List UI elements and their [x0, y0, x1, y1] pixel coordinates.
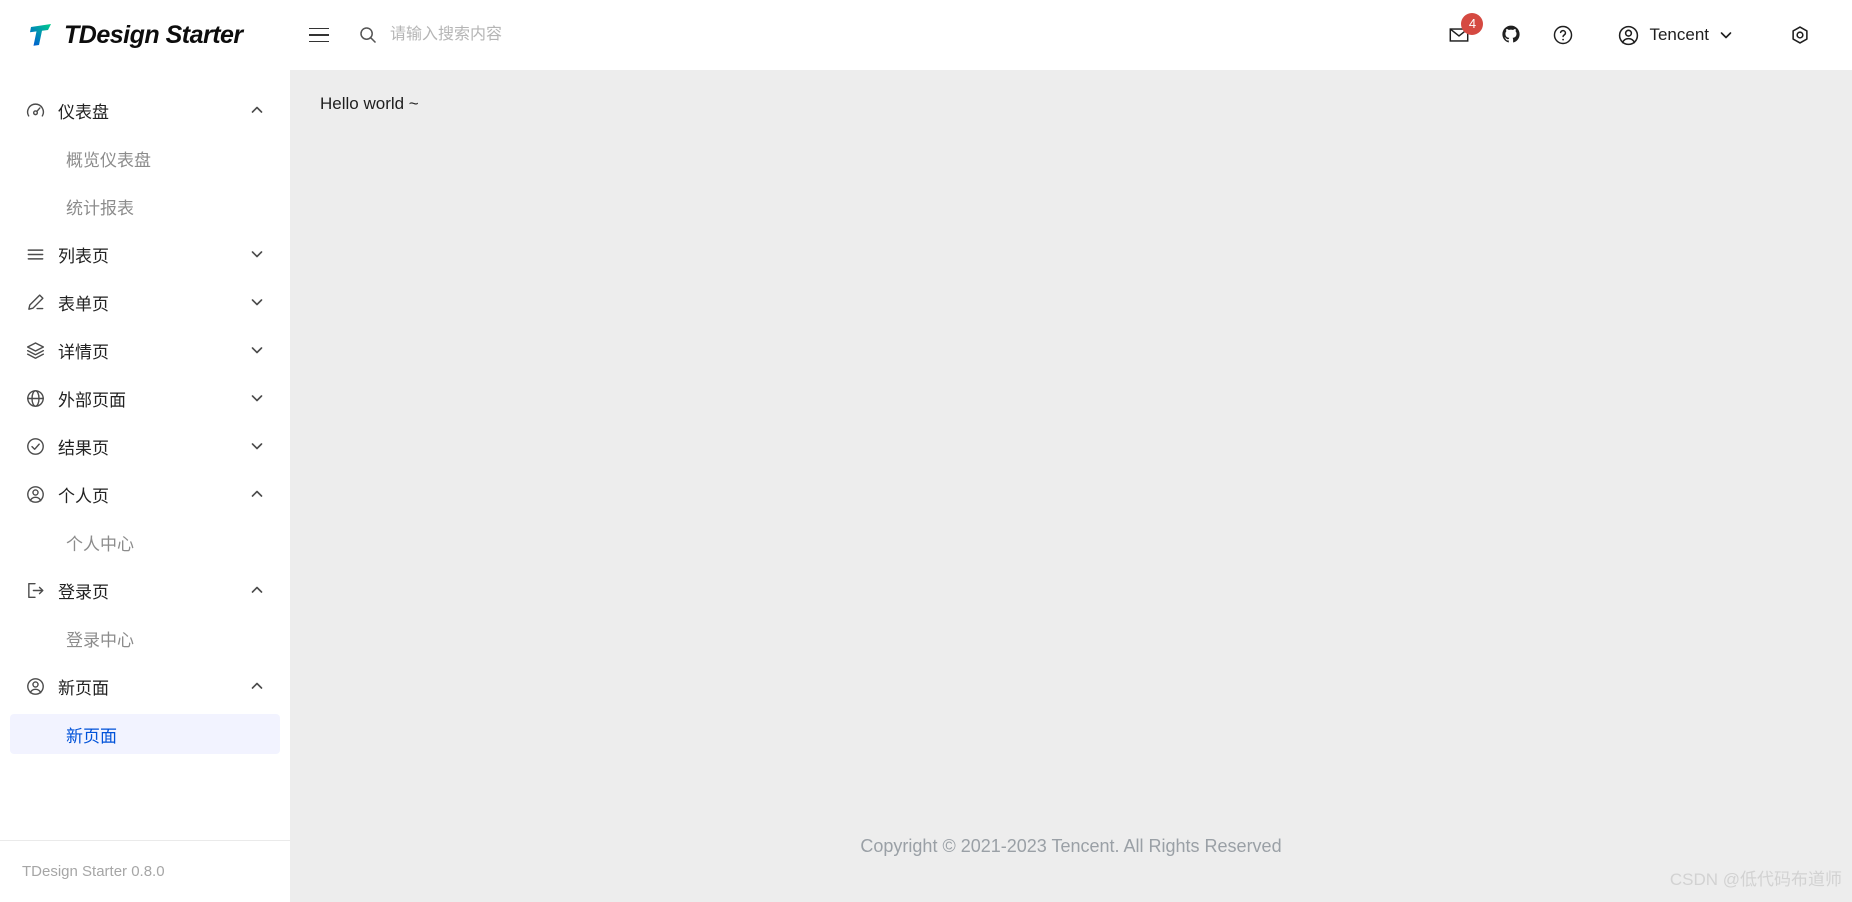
sidebar-item-label: 列表页: [58, 246, 109, 266]
edit-pencil-icon: [24, 291, 46, 313]
chevron-down-icon[interactable]: [248, 437, 266, 455]
sidebar-item-label: 统计报表: [66, 198, 134, 218]
sidebar-item-13[interactable]: 新页面: [10, 714, 280, 754]
check-circle-icon: [24, 435, 46, 457]
sidebar-item-label: 概览仪表盘: [66, 150, 151, 170]
list-icon: [24, 243, 46, 265]
sidebar: 仪表盘概览仪表盘统计报表列表页表单页详情页外部页面结果页个人页个人中心登录页登录…: [0, 70, 290, 902]
sidebar-item-label: 仪表盘: [58, 102, 109, 122]
sidebar-item-11[interactable]: 登录中心: [10, 618, 280, 658]
sidebar-item-3[interactable]: 列表页: [10, 234, 280, 274]
mail-badge: 4: [1461, 13, 1484, 35]
brand-title: TDesign Starter: [64, 20, 243, 49]
sidebar-item-1[interactable]: 概览仪表盘: [10, 138, 280, 178]
help-circle-icon[interactable]: [1537, 9, 1589, 61]
search-input[interactable]: [390, 20, 710, 50]
dashboard-icon: [24, 99, 46, 121]
sidebar-item-label: 新页面: [58, 678, 109, 698]
chevron-up-icon[interactable]: [248, 101, 266, 119]
layers-icon: [24, 339, 46, 361]
copyright-footer: Copyright © 2021-2023 Tencent. All Right…: [860, 836, 1282, 856]
sidebar-item-12[interactable]: 新页面: [10, 666, 280, 706]
sidebar-item-label: 登录页: [58, 582, 109, 602]
github-icon[interactable]: [1485, 9, 1537, 61]
sidebar-item-5[interactable]: 详情页: [10, 330, 280, 370]
sidebar-item-4[interactable]: 表单页: [10, 282, 280, 322]
mail-icon[interactable]: 4: [1433, 9, 1485, 61]
sidebar-item-label: 表单页: [58, 294, 109, 314]
sidebar-item-2[interactable]: 统计报表: [10, 186, 280, 226]
brand[interactable]: TDesign Starter: [0, 0, 290, 70]
page-content: Hello world ~: [290, 70, 1852, 822]
sidebar-version: TDesign Starter 0.8.0: [0, 840, 290, 902]
sidebar-item-6[interactable]: 外部页面: [10, 378, 280, 418]
search-box[interactable]: [358, 15, 710, 55]
brand-logo: TDesign Starter: [26, 20, 243, 50]
sidebar-item-label: 登录中心: [66, 630, 134, 650]
user-circle-icon: [24, 675, 46, 697]
header-right-group: 4 Tencent: [1433, 9, 1852, 61]
main-area: Hello world ~ Copyright © 2021-2023 Tenc…: [290, 70, 1852, 902]
search-icon: [358, 25, 378, 45]
setting-nut-icon[interactable]: [1774, 9, 1826, 61]
chevron-down-icon[interactable]: [248, 245, 266, 263]
chevron-down-icon[interactable]: [248, 341, 266, 359]
logout-icon: [24, 579, 46, 601]
chevron-up-icon[interactable]: [248, 581, 266, 599]
sidebar-item-7[interactable]: 结果页: [10, 426, 280, 466]
sidebar-menu: 仪表盘概览仪表盘统计报表列表页表单页详情页外部页面结果页个人页个人中心登录页登录…: [0, 70, 290, 840]
app-header: TDesign Starter 请输入搜索内容 4 Tencent: [0, 0, 1852, 70]
chevron-down-icon[interactable]: [248, 293, 266, 311]
globe-icon: [24, 387, 46, 409]
hamburger-icon[interactable]: [296, 12, 342, 58]
sidebar-item-label: 外部页面: [58, 390, 126, 410]
user-name: Tencent: [1649, 25, 1709, 44]
app-root: TDesign Starter 请输入搜索内容 4 Tencent 仪表盘 概览…: [0, 0, 1852, 902]
chevron-up-icon[interactable]: [248, 677, 266, 695]
sidebar-item-label: 详情页: [58, 342, 109, 362]
sidebar-item-8[interactable]: 个人页: [10, 474, 280, 514]
user-menu[interactable]: Tencent: [1599, 9, 1746, 61]
chevron-down-icon[interactable]: [248, 389, 266, 407]
sidebar-item-10[interactable]: 登录页: [10, 570, 280, 610]
sidebar-item-label: 个人中心: [66, 534, 134, 554]
sidebar-item-9[interactable]: 个人中心: [10, 522, 280, 562]
sidebar-item-0[interactable]: 仪表盘: [10, 90, 280, 130]
chevron-up-icon[interactable]: [248, 485, 266, 503]
sidebar-item-label: 个人页: [58, 486, 109, 506]
header-left-group: [296, 12, 710, 58]
body-wrapper: 仪表盘概览仪表盘统计报表列表页表单页详情页外部页面结果页个人页个人中心登录页登录…: [0, 70, 1852, 902]
user-circle-icon: [24, 483, 46, 505]
hello-world-text: Hello world ~: [320, 94, 419, 113]
sidebar-item-label: 新页面: [66, 726, 117, 746]
tdesign-logo-icon: [26, 20, 56, 50]
chevron-down-icon: [1718, 27, 1734, 43]
sidebar-item-label: 结果页: [58, 438, 109, 458]
user-circle-icon: [1617, 24, 1640, 47]
